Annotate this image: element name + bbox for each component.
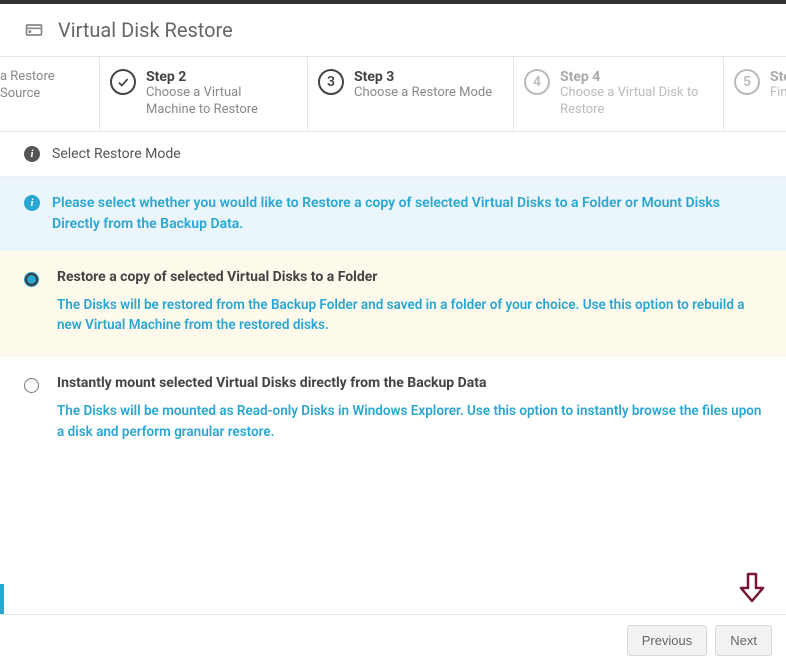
disk-icon: [24, 20, 44, 40]
option-restore-to-folder-radio[interactable]: [24, 272, 39, 287]
step-5[interactable]: 5 Ste Fini: [724, 57, 786, 131]
previous-button[interactable]: Previous: [627, 625, 708, 656]
step-3-number: 3: [318, 69, 344, 95]
wizard-footer: Previous Next: [0, 614, 786, 666]
step-1[interactable]: a Restore Source: [0, 57, 100, 131]
step-5-title: Ste: [770, 69, 772, 85]
step-3-title: Step 3: [354, 69, 492, 85]
check-icon: [110, 69, 136, 95]
section-heading: Select Restore Mode: [52, 146, 181, 162]
step-2-title: Step 2: [146, 69, 293, 85]
option-desc: The Disks will be restored from the Back…: [57, 295, 762, 336]
next-button[interactable]: Next: [715, 625, 772, 656]
step-5-number: 5: [734, 69, 760, 95]
info-notice: i Please select whether you would like t…: [0, 177, 786, 251]
step-2[interactable]: Step 2 Choose a Virtual Machine to Resto…: [100, 57, 308, 131]
step-3[interactable]: 3 Step 3 Choose a Restore Mode: [308, 57, 514, 131]
section-header: i Select Restore Mode: [0, 132, 786, 177]
info-icon: i: [24, 146, 40, 162]
step-4-title: Step 4: [560, 69, 709, 85]
option-mount-disks[interactable]: Instantly mount selected Virtual Disks d…: [0, 357, 786, 464]
restore-mode-options: Restore a copy of selected Virtual Disks…: [0, 251, 786, 464]
option-restore-to-folder[interactable]: Restore a copy of selected Virtual Disks…: [0, 251, 786, 358]
step-5-sub: Fini: [770, 85, 772, 102]
spacer: [0, 464, 786, 614]
option-title: Instantly mount selected Virtual Disks d…: [57, 375, 762, 391]
page-header: Virtual Disk Restore: [0, 4, 786, 57]
accent-bar: [0, 584, 4, 614]
step-1-sub: a Restore Source: [0, 69, 85, 103]
option-title: Restore a copy of selected Virtual Disks…: [57, 269, 762, 285]
step-4-number: 4: [524, 69, 550, 95]
option-desc: The Disks will be mounted as Read-only D…: [57, 401, 762, 442]
option-mount-disks-radio[interactable]: [24, 378, 39, 393]
wizard-steps: a Restore Source Step 2 Choose a Virtual…: [0, 57, 786, 132]
notice-text: Please select whether you would like to …: [52, 193, 762, 235]
step-4-sub: Choose a Virtual Disk to Restore: [560, 85, 709, 119]
step-4[interactable]: 4 Step 4 Choose a Virtual Disk to Restor…: [514, 57, 724, 131]
step-2-sub: Choose a Virtual Machine to Restore: [146, 85, 293, 119]
arrow-down-icon: [738, 572, 766, 604]
step-3-sub: Choose a Restore Mode: [354, 85, 492, 102]
page-title: Virtual Disk Restore: [58, 18, 233, 42]
info-icon: i: [24, 195, 40, 211]
